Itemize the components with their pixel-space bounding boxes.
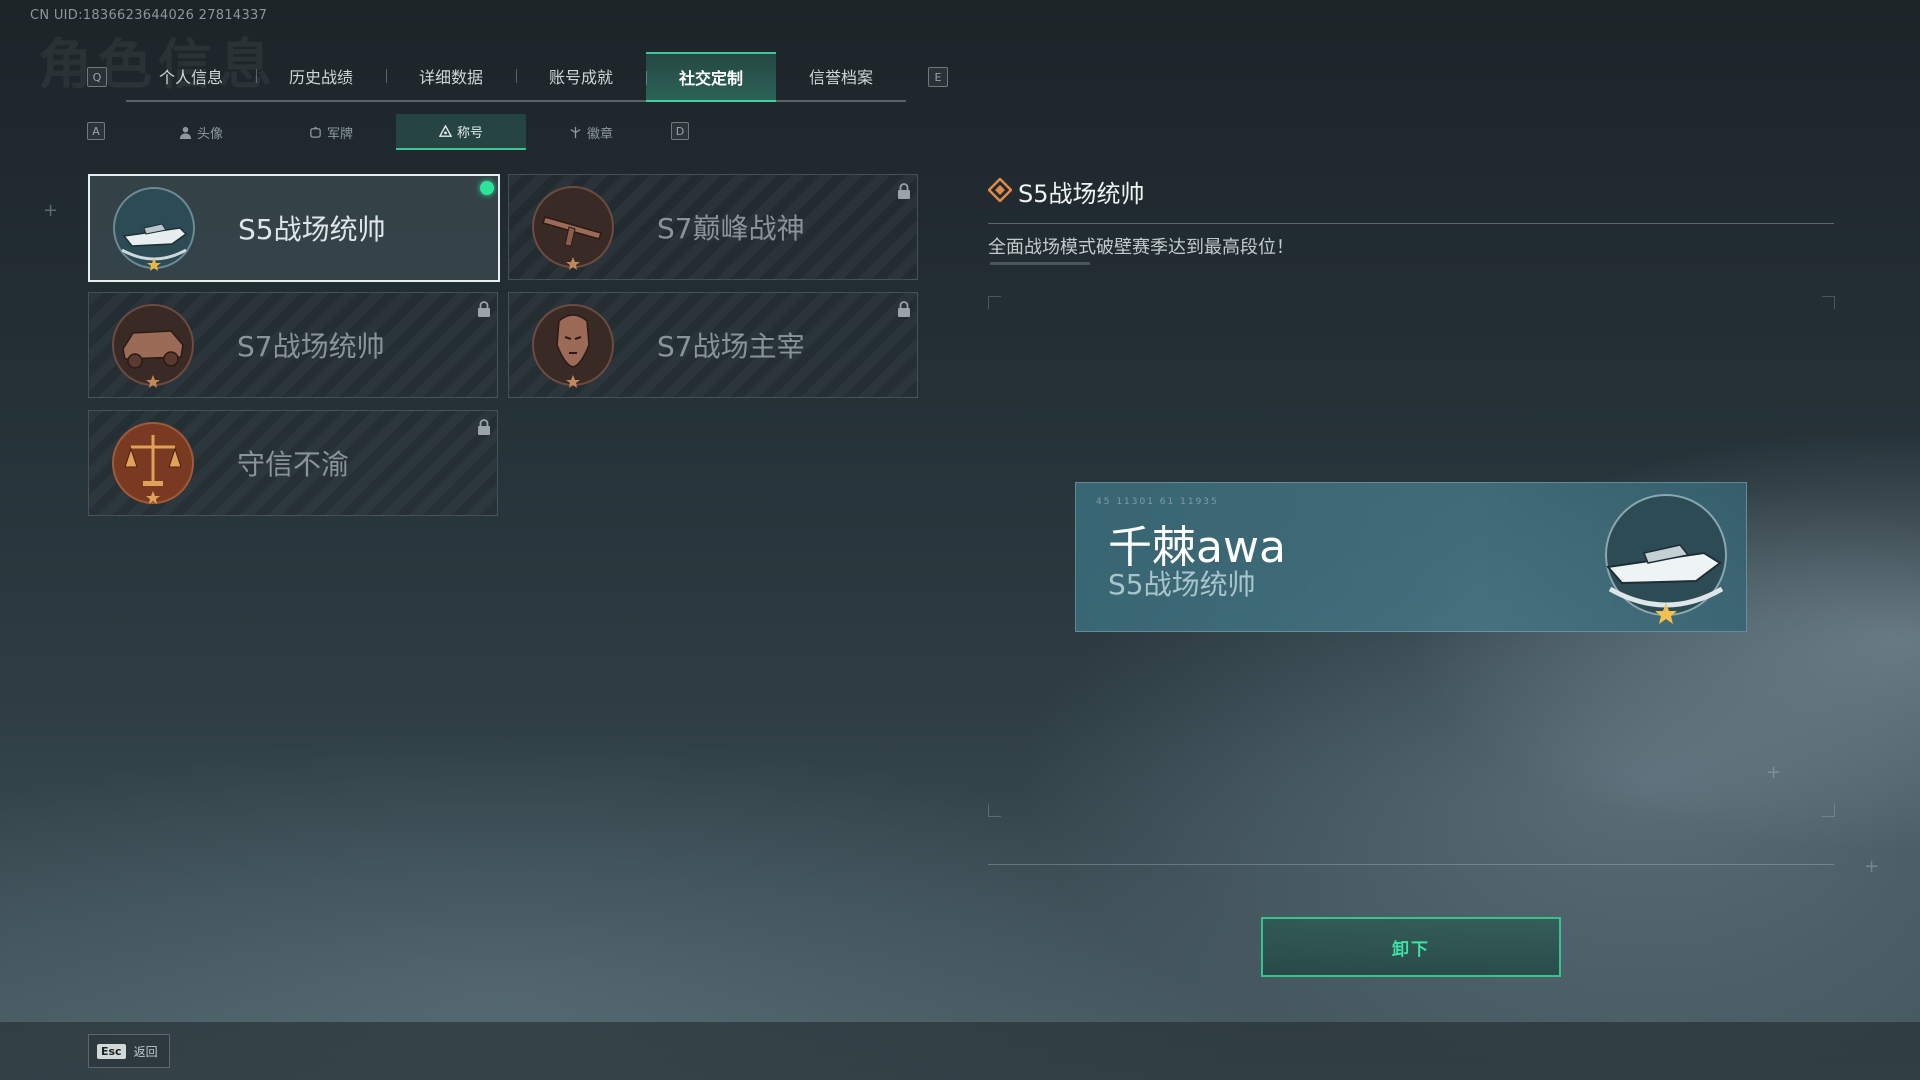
warrior-emblem-icon [532,304,614,388]
subtab-badge-label: 徽章 [586,126,613,142]
scales-emblem-icon [112,422,194,504]
nameplate-decoration-text: 45 11301 61 11935 [1096,497,1219,507]
subtab-title-label: 称号 [456,125,483,141]
selected-title-heading: S5战场统帅 [1018,180,1145,208]
badge-icon [570,126,581,138]
title-card-name: S7战场统帅 [237,330,385,363]
preview-title: S5战场统帅 [1108,568,1256,601]
top-tab-bar: 个人信息 历史战绩 详细数据 账号成就 社交定制 信誉档案 [126,52,906,102]
tab-achievements[interactable]: 账号成就 [516,52,646,100]
frame-corner [988,804,1001,817]
unequip-button[interactable]: 卸下 [1261,917,1561,977]
tab-personal-info[interactable]: 个人信息 [126,52,256,100]
back-label: 返回 [133,1044,158,1059]
back-button[interactable]: Esc 返回 [88,1034,170,1068]
footer-bar [0,1022,1920,1080]
title-card-name: S7战场主宰 [657,330,805,363]
nameplate-preview: 45 11301 61 11935 千棘awa S5战场统帅 [1075,482,1747,632]
lock-icon [898,301,910,317]
tab-social-customization[interactable]: 社交定制 [646,52,776,102]
tab-credit-record[interactable]: 信誉档案 [776,52,906,100]
dogtag-icon [310,126,321,138]
selected-title-description: 全面战场模式破壁赛季达到最高段位！ [988,237,1294,258]
esc-key: Esc [97,1043,126,1059]
crosshair-decoration: + [1766,762,1782,783]
subtab-avatar[interactable]: 头像 [136,114,266,150]
next-tab-key[interactable]: E [928,67,948,87]
rifle-emblem-icon [532,186,614,270]
title-icon [438,124,452,137]
divider [988,864,1834,865]
person-icon [179,126,192,139]
player-uid: CN UID:1836623644026 27814337 [30,8,268,23]
title-card-s7-dominator[interactable]: S7战场主宰 [508,292,918,398]
armored-vehicle-emblem-icon [112,304,194,388]
subtab-avatar-label: 头像 [196,126,223,142]
subtab-badge[interactable]: 徽章 [526,114,656,150]
title-card-name: S5战场统帅 [238,213,386,246]
divider [988,223,1834,224]
frame-corner [1822,804,1835,817]
tab-match-history[interactable]: 历史战绩 [256,52,386,100]
speedboat-emblem-large-icon [1605,494,1727,624]
title-card-s7-peak-god[interactable]: S7巅峰战神 [508,174,918,280]
crosshair-decoration: + [1864,856,1880,877]
sub-tab-bar: 头像 军牌 称号 徽章 [136,114,656,150]
lock-icon [898,183,910,199]
next-subtab-key[interactable]: D [671,122,689,140]
equipped-indicator [480,181,494,195]
speedboat-emblem-icon [113,187,195,271]
subtab-dogtag[interactable]: 军牌 [266,114,396,150]
lock-icon [478,419,490,435]
prev-tab-key[interactable]: Q [87,67,107,87]
subtab-title[interactable]: 称号 [396,114,526,150]
title-card-name: 守信不渝 [237,448,350,481]
prev-subtab-key[interactable]: A [87,122,105,140]
subtab-dogtag-label: 军牌 [326,126,353,142]
lock-icon [478,301,490,317]
title-card-s7-commander[interactable]: S7战场统帅 [88,292,498,398]
title-card-s5-commander[interactable]: S5战场统帅 [88,174,500,282]
tab-detailed-stats[interactable]: 详细数据 [386,52,516,100]
title-card-keep-faith[interactable]: 守信不渝 [88,410,498,516]
decorative-bar [990,262,1090,265]
frame-corner [1822,296,1835,309]
crosshair-decoration: + [43,200,59,221]
title-card-name: S7巅峰战神 [657,212,805,245]
diamond-marker-icon [988,178,1012,202]
frame-corner [988,296,1001,309]
